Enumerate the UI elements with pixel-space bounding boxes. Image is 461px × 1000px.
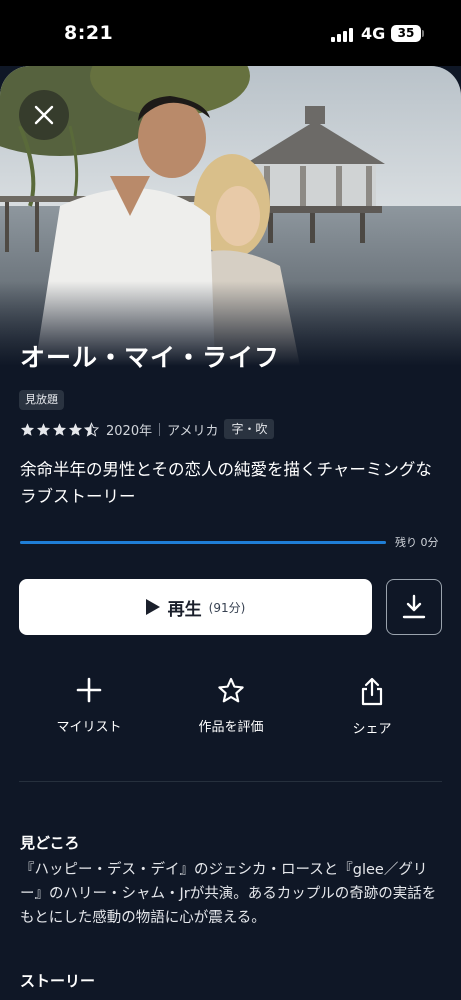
country: アメリカ xyxy=(167,423,219,439)
mylist-button[interactable]: マイリスト xyxy=(29,676,149,735)
signal-icon xyxy=(331,28,355,42)
play-duration: (91分) xyxy=(208,600,246,615)
streaming-badge: 見放題 xyxy=(19,390,64,410)
play-icon xyxy=(145,599,160,615)
rate-label: 作品を評価 xyxy=(198,720,264,735)
network-type: 4G xyxy=(361,24,386,43)
remaining-time: 残り 0分 xyxy=(395,536,439,549)
star-icon xyxy=(36,422,51,436)
page-title: オール・マイ・ライフ xyxy=(20,343,281,372)
catchcopy: 余命半年の男性とその恋人の純愛を描くチャーミングなラブストーリー xyxy=(20,460,432,506)
rate-button[interactable]: 作品を評価 xyxy=(171,676,291,735)
share-label: シェア xyxy=(352,722,392,737)
battery-tip xyxy=(422,30,424,37)
play-label: 再生 xyxy=(167,599,202,620)
meta-separator xyxy=(159,422,161,436)
highlights-title: 見どころ xyxy=(20,834,80,852)
download-icon xyxy=(402,594,426,619)
divider xyxy=(19,781,442,782)
story-title: ストーリー xyxy=(20,972,96,990)
progress-fill xyxy=(20,541,386,544)
highlights-text: 『ハッピー・デス・デイ』のジェシカ・ロースと『glee／グリー』のハリー・シャム… xyxy=(20,862,437,926)
hero-image xyxy=(0,66,461,366)
status-time: 8:21 xyxy=(64,22,114,44)
status-bar: 8:21 4G 35 xyxy=(0,0,461,66)
star-icon xyxy=(20,422,35,436)
mylist-label: マイリスト xyxy=(56,720,122,735)
half-star-icon xyxy=(84,421,99,437)
progress-bar xyxy=(20,541,386,544)
subtitle-dub-badge: 字・吹 xyxy=(224,419,275,439)
download-button[interactable] xyxy=(386,579,442,635)
rating-stars xyxy=(20,421,100,437)
battery-level: 35 xyxy=(397,26,415,40)
share-icon xyxy=(361,677,383,706)
star-outline-icon xyxy=(218,677,244,703)
meta-row: 2020年 アメリカ 字・吹 xyxy=(20,418,275,440)
battery-icon: 35 xyxy=(391,25,421,42)
star-icon xyxy=(52,422,67,436)
share-button[interactable]: シェア xyxy=(312,676,432,737)
play-button[interactable]: 再生 (91分) xyxy=(19,579,372,635)
release-year: 2020年 xyxy=(106,423,153,439)
plus-icon xyxy=(76,677,102,703)
close-icon xyxy=(34,105,54,125)
close-button[interactable] xyxy=(19,90,69,140)
star-icon xyxy=(68,422,83,436)
